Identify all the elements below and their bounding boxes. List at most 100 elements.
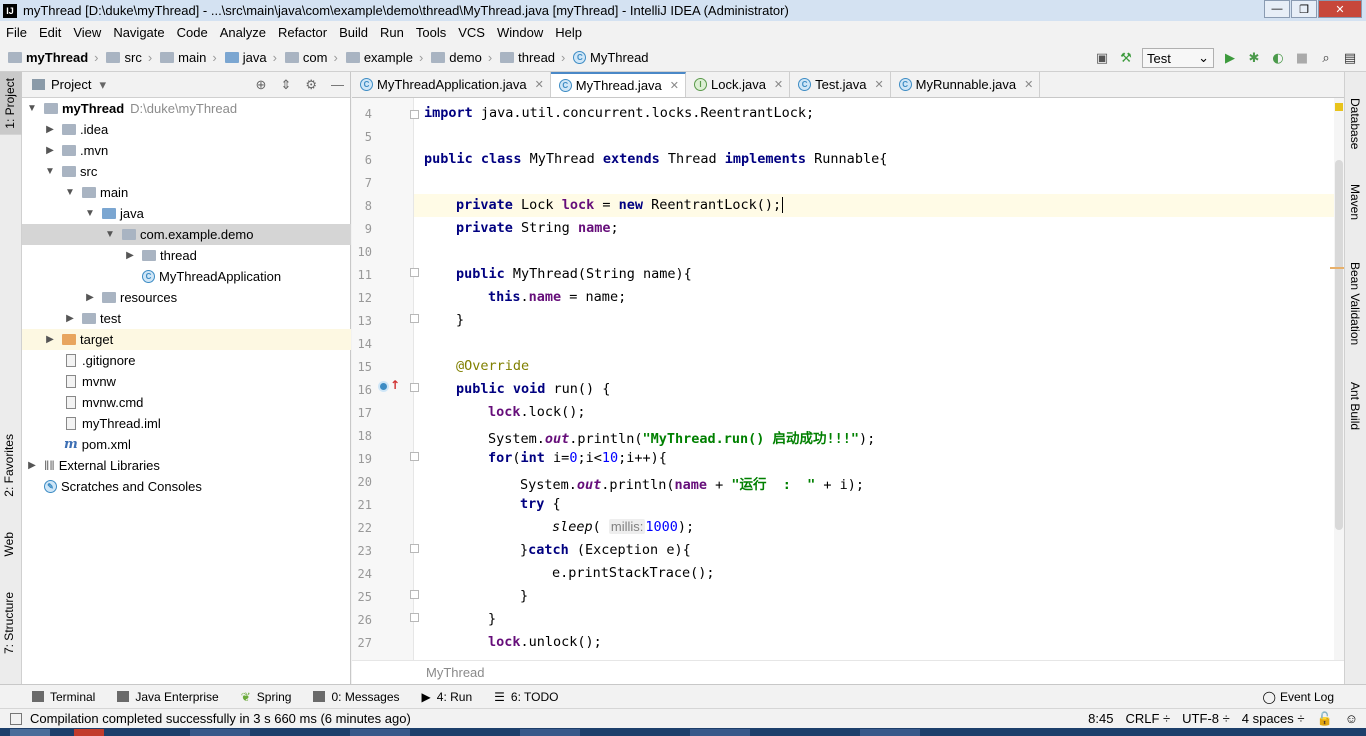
caret-position[interactable]: 8:45 <box>1088 711 1113 726</box>
tab-test[interactable]: C Test.java ✕ <box>790 72 891 97</box>
taskbar-item[interactable] <box>860 729 920 736</box>
search-icon[interactable]: ⌕ <box>1318 50 1334 66</box>
fold-marker[interactable] <box>410 544 419 553</box>
fold-marker[interactable] <box>410 110 419 119</box>
menu-file[interactable]: File <box>0 25 33 40</box>
menu-refactor[interactable]: Refactor <box>272 25 333 40</box>
build-hammer-icon[interactable]: ⚒ <box>1118 50 1134 66</box>
breadcrumb-item[interactable]: myThread › <box>8 50 98 65</box>
indent-select[interactable]: 4 spaces ÷ <box>1242 711 1305 726</box>
tab-bean-validation[interactable]: Bean Validation <box>1348 262 1362 345</box>
fold-marker[interactable] <box>410 383 419 392</box>
project-structure-icon[interactable]: ▣ <box>1094 50 1110 66</box>
tab-project[interactable]: 1: Project <box>0 72 22 135</box>
tree-item-main[interactable]: ▼ main <box>22 182 351 203</box>
breadcrumb-item[interactable]: demo › <box>431 50 492 65</box>
ide-features-icon[interactable]: ▤ <box>1342 50 1358 66</box>
chevron-right-icon[interactable]: ▶ <box>44 334 56 345</box>
gear-icon[interactable]: ⚙ <box>305 77 317 93</box>
chevron-down-icon[interactable]: ▼ <box>26 103 38 114</box>
tab-database[interactable]: Database <box>1348 98 1362 149</box>
tab-structure[interactable]: 7: Structure <box>2 592 16 654</box>
menu-build[interactable]: Build <box>333 25 374 40</box>
menu-run[interactable]: Run <box>374 25 410 40</box>
menu-navigate[interactable]: Navigate <box>107 25 170 40</box>
tab-lock[interactable]: I Lock.java ✕ <box>686 72 791 97</box>
run-icon[interactable]: ▶ <box>1222 50 1238 66</box>
breadcrumb-item[interactable]: main › <box>160 50 217 65</box>
close-button[interactable]: ✕ <box>1318 0 1362 18</box>
editor-scrollbar[interactable] <box>1330 98 1344 660</box>
lock-icon[interactable]: 🔓 <box>1317 711 1333 727</box>
close-icon[interactable]: ✕ <box>874 78 883 91</box>
encoding-select[interactable]: UTF-8 ÷ <box>1182 711 1230 726</box>
tree-item-test[interactable]: ▶ test <box>22 308 351 329</box>
chevron-right-icon[interactable]: ▶ <box>84 292 96 303</box>
close-icon[interactable]: ✕ <box>670 79 679 92</box>
chevron-right-icon[interactable]: ▶ <box>44 124 56 135</box>
menu-vcs[interactable]: VCS <box>452 25 491 40</box>
tree-item-gitignore[interactable]: .gitignore <box>22 350 351 371</box>
tool-java-enterprise[interactable]: Java Enterprise <box>117 690 219 704</box>
tab-mythread[interactable]: C MyThread.java ✕ <box>550 72 686 97</box>
breadcrumb-item[interactable]: com › <box>284 50 338 65</box>
locate-icon[interactable]: ⊕ <box>256 77 267 93</box>
tree-item-mvnw[interactable]: mvnw <box>22 371 351 392</box>
scrollbar-thumb[interactable] <box>1335 160 1343 530</box>
tab-ant-build[interactable]: Ant Build <box>1348 382 1362 430</box>
tool-event-log[interactable]: ◯ Event Log <box>1263 690 1334 704</box>
tool-terminal[interactable]: Terminal <box>32 690 95 704</box>
breadcrumb-item[interactable]: C MyThread <box>573 50 649 65</box>
fold-marker[interactable] <box>410 613 419 622</box>
tree-item-thread[interactable]: ▶ thread <box>22 245 351 266</box>
tool-run[interactable]: ▶ 4: Run <box>422 690 473 704</box>
chevron-right-icon[interactable]: ▶ <box>124 250 136 261</box>
tab-favorites[interactable]: 2: Favorites <box>2 434 16 497</box>
taskbar-item[interactable] <box>520 729 580 736</box>
line-separator-select[interactable]: CRLF ÷ <box>1125 711 1170 726</box>
warning-marker-icon[interactable] <box>1335 103 1343 111</box>
taskbar-item[interactable] <box>74 729 104 736</box>
tree-item-target[interactable]: ▶ target <box>22 329 351 350</box>
fold-marker[interactable] <box>410 590 419 599</box>
menu-window[interactable]: Window <box>491 25 549 40</box>
project-view-select[interactable]: Project <box>51 77 91 92</box>
tree-item-java[interactable]: ▼ java <box>22 203 351 224</box>
maximize-button[interactable]: ❐ <box>1291 0 1317 18</box>
taskbar-item[interactable] <box>350 729 410 736</box>
fold-marker[interactable] <box>410 314 419 323</box>
chevron-right-icon[interactable]: ▶ <box>26 460 38 471</box>
tool-spring[interactable]: ❦ Spring <box>241 690 292 704</box>
breadcrumb-item[interactable]: thread › <box>500 50 565 65</box>
tool-todo[interactable]: ☰ 6: TODO <box>494 690 558 704</box>
taskbar-item[interactable] <box>190 729 250 736</box>
menu-analyze[interactable]: Analyze <box>214 25 272 40</box>
taskbar-item[interactable] <box>10 729 50 736</box>
tree-item-mvn[interactable]: ▶ .mvn <box>22 140 351 161</box>
menu-view[interactable]: View <box>67 25 107 40</box>
close-icon[interactable]: ✕ <box>1024 78 1033 91</box>
taskbar-item[interactable] <box>690 729 750 736</box>
tree-item-mvnw-cmd[interactable]: mvnw.cmd <box>22 392 351 413</box>
hide-icon[interactable]: — <box>331 77 344 93</box>
tree-item-root[interactable]: ▼ myThread D:\duke\myThread <box>22 98 351 119</box>
breadcrumb-item[interactable]: src › <box>106 50 152 65</box>
error-stripe-mark[interactable] <box>1330 267 1344 269</box>
menu-code[interactable]: Code <box>171 25 214 40</box>
chevron-right-icon[interactable]: ▶ <box>44 145 56 156</box>
chevron-down-icon[interactable]: ▼ <box>84 208 96 219</box>
breadcrumb-item[interactable]: example › <box>345 50 423 65</box>
tree-item-src[interactable]: ▼ src <box>22 161 351 182</box>
run-config-select[interactable]: Test ⌄ <box>1142 48 1214 68</box>
tree-item-app-class[interactable]: C MyThreadApplication <box>22 266 351 287</box>
arrow-up-icon[interactable]: ↑ <box>390 378 400 392</box>
debug-icon[interactable]: ✱ <box>1246 50 1262 66</box>
editor-breadcrumb-item[interactable]: MyThread <box>426 665 485 680</box>
tab-mythreadapplication[interactable]: C MyThreadApplication.java ✕ <box>352 72 551 97</box>
coverage-icon[interactable]: ◐ <box>1270 50 1286 66</box>
tool-messages[interactable]: 0: Messages <box>313 690 400 704</box>
tree-item-package[interactable]: ▼ com.example.demo <box>22 224 351 245</box>
stop-icon[interactable]: ■ <box>1294 50 1310 66</box>
tree-item-external-libraries[interactable]: ▶ ‖‖ External Libraries <box>22 455 351 476</box>
tree-item-iml[interactable]: myThread.iml <box>22 413 351 434</box>
